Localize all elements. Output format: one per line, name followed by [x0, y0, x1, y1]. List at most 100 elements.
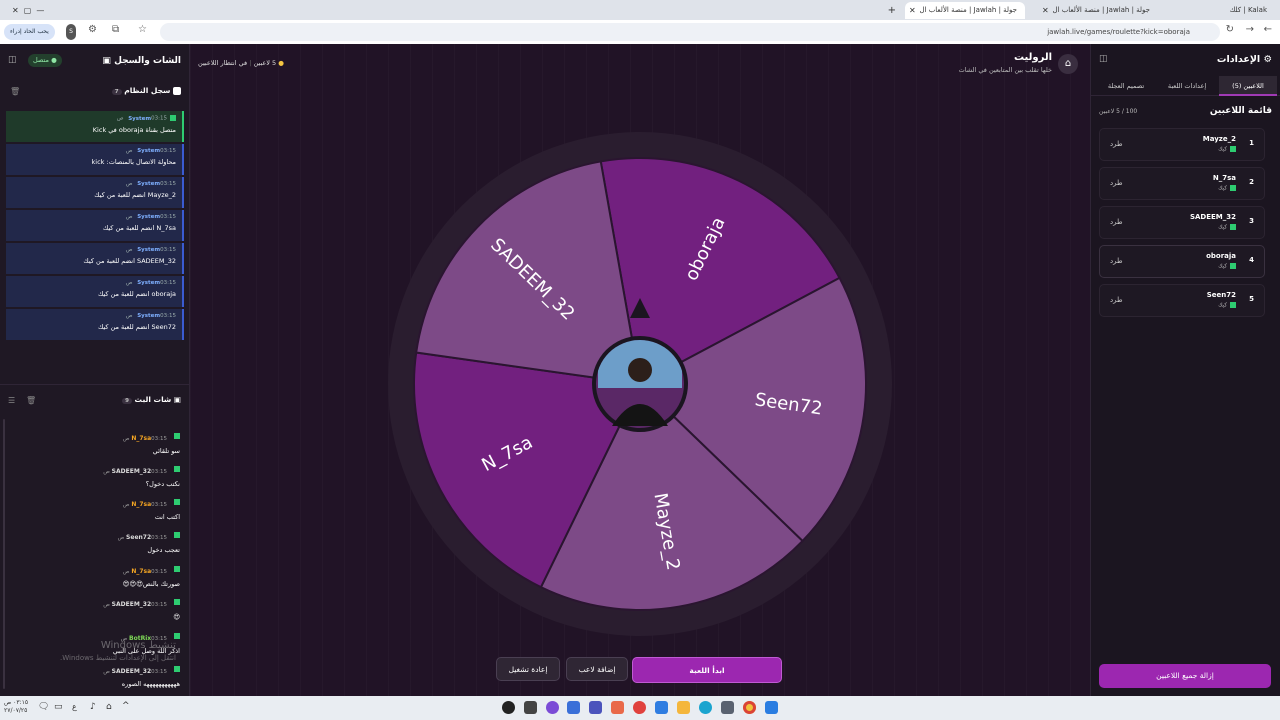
collapse-icon[interactable]: ◫ [8, 55, 17, 65]
kick-button[interactable]: طرد [1110, 257, 1123, 265]
player-row: 3 SADEEM_32 كيك طرد [1099, 206, 1265, 239]
settings-panel: ⚙ الإعدادات ◫ اللاعبين (5) إعدادات اللعب… [1090, 44, 1280, 696]
list-icon[interactable]: ☰ [8, 396, 15, 405]
divider [0, 384, 190, 385]
folder-icon[interactable] [677, 701, 690, 714]
app-icon[interactable] [721, 701, 734, 714]
start-icon[interactable] [765, 701, 778, 714]
app: الشات والسجل ▣ متصل ● ◫ سجل النظام 7 🗑 S… [0, 44, 1280, 696]
remove-all-players-button[interactable]: إزالة جميع اللاعبين [1099, 664, 1271, 688]
tab-jawlah-active[interactable]: جولة | Jawlah | منصة الألعاب ال ✕ [905, 2, 1025, 19]
kick-button[interactable]: طرد [1110, 296, 1123, 304]
extensions-icon[interactable]: ⧉ [112, 24, 119, 35]
settings-tabs: اللاعبين (5) إعدادات اللعبة تصميم العجلة [1091, 76, 1280, 96]
log-row: System03:15 ص Seen72 انضم للعبة من كيك [6, 309, 184, 340]
kick-button[interactable]: طرد [1110, 218, 1123, 226]
app-icon[interactable] [633, 701, 646, 714]
chat-icon: ▣ [173, 395, 181, 404]
chat-message: Seen7203:15 ص تعجب دخول [20, 524, 180, 554]
trash-icon[interactable]: 🗑 [10, 87, 20, 96]
add-player-button[interactable]: إضافة لاعب [566, 657, 628, 681]
app-icon[interactable] [502, 701, 515, 714]
tab-kalak[interactable]: Kalak | كلك [1205, 2, 1275, 19]
address-row: ← → ↻ jawlah.live/games/roulette?kick=ob… [0, 20, 1280, 44]
player-row: 2 N_7sa كيك طرد [1099, 167, 1265, 200]
edge-icon[interactable] [699, 701, 712, 714]
kick-button[interactable]: طرد [1110, 140, 1123, 148]
chat-panel: الشات والسجل ▣ متصل ● ◫ سجل النظام 7 🗑 S… [0, 44, 190, 696]
players-list-title: قائمة اللاعبين [1209, 106, 1272, 116]
chat-icon: ▣ [102, 56, 111, 66]
log-row: System03:15 ص Mayze_2 انضم للعبة من كيك [6, 177, 184, 208]
home-icon[interactable]: ⌂ [1058, 54, 1078, 74]
game-subtitle: خلها تقلب بين المتابعين في الشات [958, 66, 1052, 74]
chat-message: N_7sa03:15 ص صورتك بالنص😍😍😍 [20, 558, 180, 588]
language-indicator[interactable]: ع [72, 702, 77, 711]
roulette-wheel[interactable]: oborajaSeen72Mayze_2N_7saSADEEM_32 [386, 130, 894, 638]
players-count: 100 / 5 لاعبين [1099, 108, 1138, 115]
chevron-up-icon[interactable]: ^ [122, 701, 130, 711]
collapse-icon[interactable]: ◫ [1099, 54, 1108, 64]
log-icon [173, 87, 181, 95]
tab-jawlah-1[interactable]: جولة | Jawlah | منصة الألعاب ال ✕ [1038, 2, 1158, 19]
reload-icon[interactable]: ↻ [1226, 24, 1234, 35]
chat-message: SADEEM_3203:15 ص نكتب دخول؟ [20, 458, 180, 488]
tab-strip: Kalak | كلك جولة | Jawlah | منصة الألعاب… [0, 0, 1280, 20]
avatar-head [628, 358, 652, 382]
tab-players[interactable]: اللاعبين (5) [1219, 76, 1277, 96]
taskbar: ٠٣:١٥ ص ٢٧/٠٧/٢٥ 🗨 ▭ ع ♪ ⌂ ^ [0, 696, 1280, 720]
close-icon[interactable]: ✕ [1042, 2, 1049, 19]
log-row: System03:15 ص N_7sa انضم للعبة من كيك [6, 210, 184, 241]
browser-chrome: Kalak | كلك جولة | Jawlah | منصة الألعاب… [0, 0, 1280, 44]
app-icon[interactable] [611, 701, 624, 714]
log-row: System03:15 ص متصل بقناة oboraja في Kick [6, 111, 184, 142]
chrome-icon[interactable] [743, 701, 756, 714]
status-badge: متصل ● [28, 54, 62, 67]
forward-icon[interactable]: → [1246, 24, 1254, 35]
app-icon[interactable] [546, 701, 559, 714]
log-title: سجل النظام 7 [111, 86, 181, 95]
start-game-button[interactable]: ابدأ اللعبة [632, 657, 782, 683]
chat-title: الشات والسجل ▣ [102, 56, 181, 66]
app-icon[interactable] [655, 701, 668, 714]
app-icon[interactable] [524, 701, 537, 714]
log-row: System03:15 ص SADEEM_32 انضم للعبة من كيك [6, 243, 184, 274]
tab-wheel-design[interactable]: تصميم العجلة [1095, 76, 1157, 96]
player-row: 1 Mayze_2 كيك طرد [1099, 128, 1265, 161]
side-action-button[interactable]: يحب الحاد إدراء [4, 24, 55, 40]
windows-watermark: تنشيط Windows انتقل إلى الإعدادات لتنشيط … [60, 640, 176, 662]
app-icon[interactable] [567, 701, 580, 714]
scrollbar[interactable] [3, 419, 5, 689]
volume-icon[interactable]: ♪ [90, 702, 96, 712]
address-bar[interactable]: jawlah.live/games/roulette?kick=oboraja [160, 23, 1220, 41]
gear-icon: ⚙ [1263, 54, 1272, 65]
profile-icon[interactable]: S [66, 24, 76, 40]
live-chat-title: ▣ شات البث 9 [122, 395, 181, 404]
kick-button[interactable]: طرد [1110, 179, 1123, 187]
log-row: System03:15 ص محاولة الاتصال بالمنصات: ki… [6, 144, 184, 175]
game-title: الروليت [1013, 52, 1052, 63]
settings-title: ⚙ الإعدادات [1216, 54, 1272, 65]
game-area: ⌂ الروليت خلها تقلب بين المتابعين في الش… [190, 44, 1090, 696]
player-status: ● 5 لاعبين | في انتظار اللاعبين [198, 59, 284, 67]
puzzle-icon[interactable]: ⚙ [88, 24, 97, 35]
log-row: System03:15 ص oboraja انضم للعبة من كيك [6, 276, 184, 307]
trash-icon[interactable]: 🗑 [26, 396, 36, 405]
player-row: 4 oboraja كيك طرد [1099, 245, 1265, 278]
clock[interactable]: ٠٣:١٥ ص ٢٧/٠٧/٢٥ [4, 699, 28, 715]
tab-game-settings[interactable]: إعدادات اللعبة [1157, 76, 1217, 96]
display-icon[interactable]: ▭ [54, 702, 63, 712]
notification-icon[interactable]: 🗨 [38, 702, 49, 712]
restart-button[interactable]: إعادة تشغيل [496, 657, 560, 681]
close-icon[interactable]: ✕ [909, 2, 916, 19]
player-row: 5 Seen72 كيك طرد [1099, 284, 1265, 317]
network-icon[interactable]: ⌂ [106, 702, 112, 712]
new-tab-button[interactable]: + [888, 2, 904, 19]
back-icon[interactable]: ← [1264, 24, 1272, 35]
chat-message: N_7sa03:15 ص اكتب انت [20, 491, 180, 521]
chat-message: SADEEM_3203:15 ص 😍 [20, 591, 180, 621]
chat-message: N_7sa03:15 ص سو تلقائي [20, 425, 180, 455]
window-controls[interactable]: ✕ ▢ — [4, 2, 74, 19]
teams-icon[interactable] [589, 701, 602, 714]
star-icon[interactable]: ☆ [138, 24, 147, 35]
